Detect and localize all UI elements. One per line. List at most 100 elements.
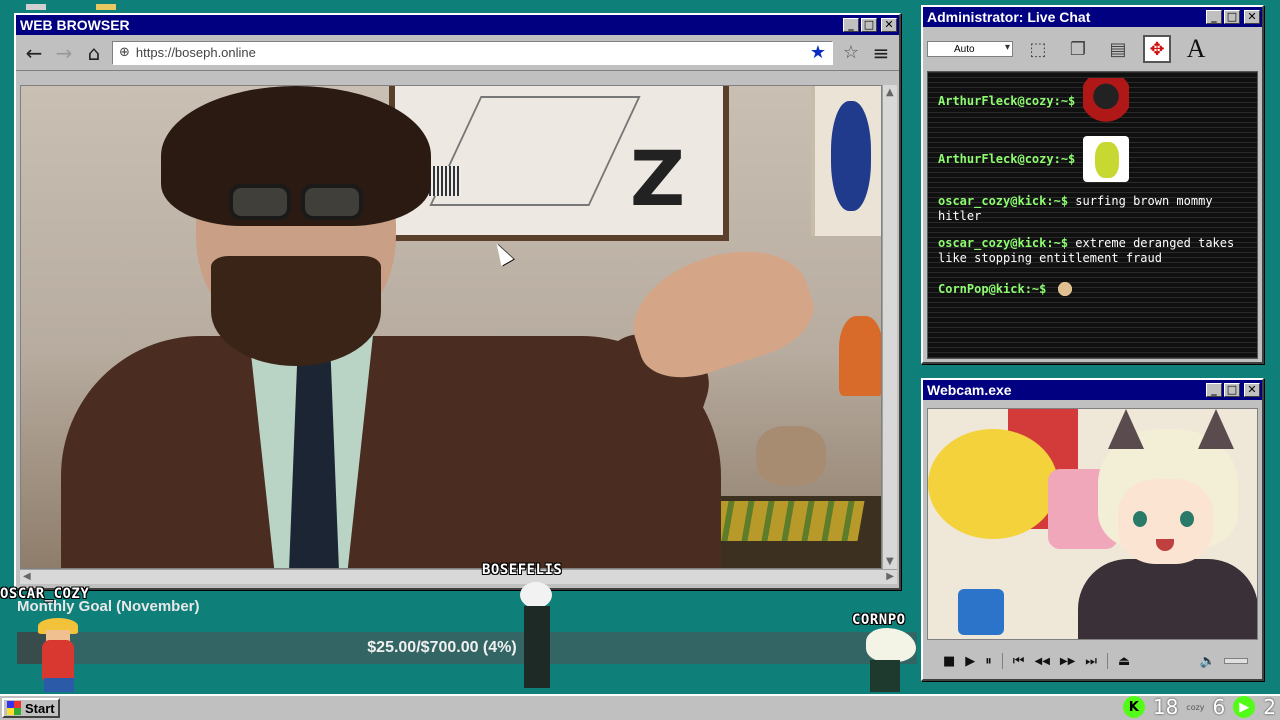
red-character-emote-icon <box>1083 78 1130 124</box>
volume-control: 🔈 <box>1200 654 1248 669</box>
chat-message: oscar_cozy@kick:~$ surfing brown mommy h… <box>938 194 1247 224</box>
person-beard <box>211 256 381 366</box>
live-chat-window: Administrator: Live Chat _ □ ✕ Auto ⬚ ❐ … <box>921 5 1264 364</box>
maximize-icon[interactable]: □ <box>861 18 877 32</box>
scroll-down-icon[interactable]: ▼ <box>886 556 894 567</box>
url-text[interactable]: https://boseph.online <box>136 45 804 60</box>
webcam-titlebar[interactable]: Webcam.exe _ □ ✕ <box>923 380 1262 400</box>
media-controls: ■ ▶ ⏸ ⏮ ◀◀ ▶▶ ⏭ ⏏ 🔈 <box>927 648 1258 674</box>
address-bar[interactable]: ⊕ https://boseph.online ★ <box>112 40 833 65</box>
windows-logo-icon <box>7 701 21 715</box>
forward-arrow-icon[interactable]: → <box>52 41 76 65</box>
minimize-icon[interactable]: _ <box>1206 383 1222 397</box>
folder-icon[interactable] <box>96 4 116 10</box>
chat-username[interactable]: oscar_cozy@kick:~$ <box>938 194 1068 208</box>
next-icon[interactable]: ⏭ <box>1085 654 1097 669</box>
cat-ear <box>1198 409 1234 449</box>
paste-icon[interactable]: ▤ <box>1103 34 1133 64</box>
oscar-nameplate: OSCAR_COZY <box>0 586 90 602</box>
avatar-face <box>1118 479 1213 564</box>
fast-forward-icon[interactable]: ▶▶ <box>1060 656 1075 667</box>
browser-window: WEB BROWSER _ □ ✕ ← → ⌂ ⊕ https://boseph… <box>14 13 901 590</box>
font-size-value: Auto <box>954 43 975 55</box>
vertical-scrollbar[interactable]: ▲ ▼ <box>882 85 897 569</box>
rewind-icon[interactable]: ◀◀ <box>1035 656 1050 667</box>
avatar-body <box>1078 559 1257 639</box>
bosefelis-nameplate: BOSEFELIS <box>482 562 563 578</box>
kick-viewer-count: 18 <box>1152 695 1179 719</box>
wall-poster: Z <box>389 86 729 241</box>
eject-icon[interactable]: ⏏ <box>1118 654 1130 669</box>
cozy-viewer-count: 6 <box>1212 695 1226 719</box>
star-outline-icon[interactable]: ☆ <box>839 41 863 65</box>
pause-icon[interactable]: ⏸ <box>985 654 992 669</box>
chat-username[interactable]: oscar_cozy@kick:~$ <box>938 236 1068 250</box>
start-button[interactable]: Start <box>2 698 60 718</box>
font-size-select[interactable]: Auto <box>927 41 1013 57</box>
webcam-feed <box>927 408 1258 640</box>
divider <box>1001 653 1003 669</box>
previous-icon[interactable]: ⏮ <box>1013 654 1025 669</box>
taskbar: Start K 18 cozy 6 ▶ 2 <box>0 694 1280 720</box>
person-glasses <box>221 184 371 224</box>
cat-ear <box>1108 409 1144 449</box>
close-icon[interactable]: ✕ <box>1244 10 1260 24</box>
chat-titlebar[interactable]: Administrator: Live Chat _ □ ✕ <box>923 7 1262 27</box>
plush-toy <box>928 429 1058 539</box>
volume-slider[interactable] <box>1224 658 1248 664</box>
select-rectangle-icon[interactable]: ⬚ <box>1023 34 1053 64</box>
home-icon[interactable]: ⌂ <box>82 41 106 65</box>
chat-message: ArthurFleck@cozy:~$ <box>938 78 1247 124</box>
chat-message: ArthurFleck@cozy:~$ <box>938 136 1247 182</box>
move-icon[interactable]: ✥ <box>1143 35 1171 63</box>
play-icon[interactable]: ▶ <box>965 654 975 669</box>
avatar-eye <box>1133 511 1147 527</box>
chat-log[interactable]: ArthurFleck@cozy:~$ ArthurFleck@cozy:~$ … <box>927 71 1258 359</box>
chat-username[interactable]: ArthurFleck@cozy:~$ <box>938 152 1075 167</box>
chat-message: oscar_cozy@kick:~$ extreme deranged take… <box>938 236 1247 266</box>
goal-amount: $25.00/$700.00 (4%) <box>367 639 517 656</box>
close-icon[interactable]: ✕ <box>881 18 897 32</box>
chat-message: CornPop@kick:~$ <box>938 278 1247 300</box>
scroll-right-icon[interactable]: ▶ <box>886 571 894 582</box>
globe-icon: ⊕ <box>119 45 130 60</box>
desktop-icon[interactable] <box>26 4 46 10</box>
font-icon[interactable]: A <box>1181 34 1211 64</box>
yellow-raincoat-emote-icon <box>1083 136 1130 182</box>
maximize-icon[interactable]: □ <box>1224 10 1240 24</box>
close-icon[interactable]: ✕ <box>1244 383 1260 397</box>
divider <box>1106 653 1108 669</box>
minimize-icon[interactable]: _ <box>1206 10 1222 24</box>
webcam-title: Webcam.exe <box>927 382 1012 398</box>
other-viewer-count: 2 <box>1263 695 1276 719</box>
scroll-up-icon[interactable]: ▲ <box>886 87 894 98</box>
horizontal-scrollbar[interactable]: ◀ ▶ <box>20 569 897 584</box>
avatar-eye <box>1180 511 1194 527</box>
lamp <box>839 316 881 396</box>
maximize-icon[interactable]: □ <box>1224 383 1240 397</box>
goal-progress-bar: $25.00/$700.00 (4%) <box>17 632 917 664</box>
cornpop-nameplate: CORNPO <box>852 612 906 628</box>
back-arrow-icon[interactable]: ← <box>22 41 46 65</box>
cozy-logo-icon: cozy <box>1186 702 1205 712</box>
copy-icon[interactable]: ❐ <box>1063 34 1093 64</box>
browser-toolbar: ← → ⌂ ⊕ https://boseph.online ★ ☆ ≡ <box>16 35 899 71</box>
kick-logo-icon: K <box>1122 696 1145 718</box>
hamster-emote-icon <box>1054 278 1077 300</box>
chat-username[interactable]: CornPop@kick:~$ <box>938 282 1046 297</box>
volume-icon[interactable]: 🔈 <box>1200 654 1216 669</box>
browser-title: WEB BROWSER <box>20 17 130 33</box>
scroll-left-icon[interactable]: ◀ <box>23 571 31 582</box>
browser-titlebar[interactable]: WEB BROWSER _ □ ✕ <box>16 15 899 35</box>
minimize-icon[interactable]: _ <box>843 18 859 32</box>
stop-icon[interactable]: ■ <box>943 654 955 669</box>
star-filled-icon[interactable]: ★ <box>810 42 826 63</box>
start-label: Start <box>25 700 55 716</box>
chat-title: Administrator: Live Chat <box>927 9 1091 25</box>
video-viewport[interactable]: Z <box>20 85 882 569</box>
chat-username[interactable]: ArthurFleck@cozy:~$ <box>938 94 1075 109</box>
hamburger-menu-icon[interactable]: ≡ <box>869 41 893 65</box>
luffy-sprite <box>28 618 90 694</box>
jar <box>756 426 826 486</box>
play-logo-icon: ▶ <box>1233 696 1256 718</box>
